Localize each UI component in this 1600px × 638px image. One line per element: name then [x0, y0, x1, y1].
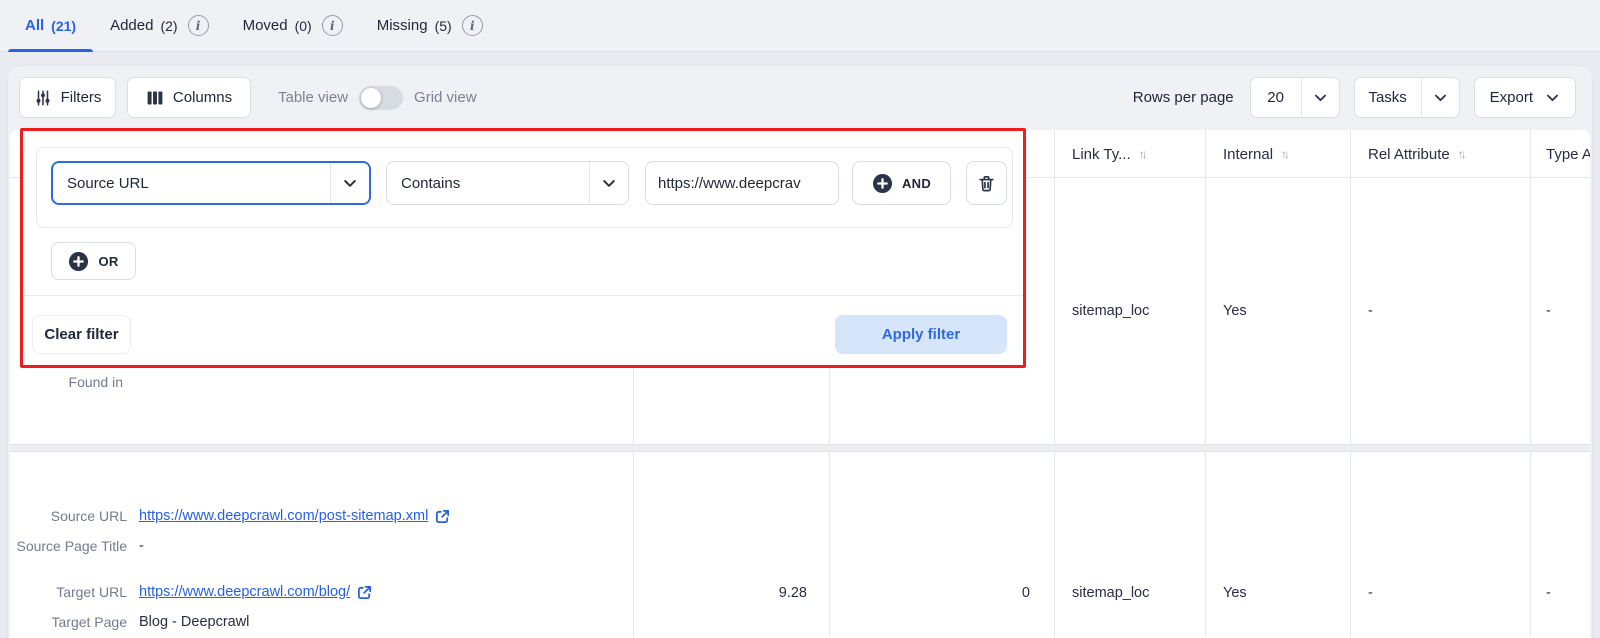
- table-row-cell-internal: Yes: [1205, 178, 1350, 444]
- chevron-down-icon[interactable]: [1422, 78, 1459, 117]
- found-in-label: Found in: [10, 374, 123, 390]
- chevron-down-icon: [1545, 90, 1560, 105]
- filter-panel: Source URL Contains AND: [20, 128, 1026, 368]
- tab-label: Missing: [377, 17, 428, 34]
- tab-count: (21): [51, 18, 76, 34]
- filters-icon: [34, 89, 52, 107]
- filter-field-value: Source URL: [53, 163, 330, 203]
- table-row-cell-rel-attribute: -: [1350, 583, 1530, 602]
- target-page-line: Target Page Blog - Deepcrawl: [10, 613, 249, 632]
- tab-added[interactable]: Added (2) i: [93, 0, 226, 51]
- tab-count: (5): [435, 18, 452, 34]
- tab-missing[interactable]: Missing (5) i: [360, 0, 500, 51]
- export-button[interactable]: Export: [1474, 77, 1576, 118]
- column-header-rel-attribute[interactable]: Rel Attribute ↑↓: [1350, 130, 1530, 178]
- export-button-label: Export: [1490, 89, 1533, 106]
- tab-label: Added: [110, 17, 153, 34]
- tab-count: (0): [295, 18, 312, 34]
- table-view-label: Table view: [278, 89, 348, 106]
- sort-arrows-icon[interactable]: ↑↓: [1281, 147, 1290, 161]
- view-toggle-group: Table view Grid view: [278, 77, 477, 118]
- column-header-internal[interactable]: Internal ↑↓: [1205, 130, 1350, 178]
- table-row-cell-type-attribute: -: [1530, 583, 1590, 602]
- tab-bar: All (21) Added (2) i Moved (0) i Missing…: [0, 0, 1600, 52]
- chevron-down-icon[interactable]: [590, 162, 628, 204]
- table-row-cell-metric1: 9.28: [633, 583, 829, 602]
- column-header-link-type[interactable]: Link Ty... ↑↓: [1054, 130, 1205, 178]
- target-url-line: Target URL https://www.deepcrawl.com/blo…: [10, 583, 372, 602]
- external-link-icon[interactable]: [435, 509, 450, 524]
- external-link-icon[interactable]: [357, 585, 372, 600]
- toolbar-right: Rows per page 20 Tasks Export: [1133, 77, 1576, 118]
- filter-field-select[interactable]: Source URL: [51, 161, 371, 205]
- rows-per-page-select[interactable]: 20: [1250, 77, 1340, 118]
- column-header-type-attribute[interactable]: Type At: [1530, 130, 1590, 178]
- columns-button[interactable]: Columns: [127, 77, 251, 118]
- sort-arrows-icon[interactable]: ↑↓: [1139, 147, 1148, 161]
- filter-operator-value: Contains: [387, 162, 589, 204]
- info-icon[interactable]: i: [322, 15, 343, 36]
- apply-filter-button[interactable]: Apply filter: [835, 315, 1007, 354]
- source-url-link[interactable]: https://www.deepcrawl.com/post-sitemap.x…: [139, 507, 428, 526]
- tab-label: Moved: [243, 17, 288, 34]
- source-page-title-line: Source Page Title -: [10, 537, 144, 556]
- target-page-label: Target Page: [10, 613, 127, 632]
- plus-circle-icon: [68, 251, 89, 272]
- target-page-value: Blog - Deepcrawl: [139, 613, 249, 632]
- source-page-title-label: Source Page Title: [10, 537, 127, 556]
- plus-circle-icon: [872, 173, 893, 194]
- filters-button[interactable]: Filters: [19, 77, 116, 118]
- filter-operator-select[interactable]: Contains: [386, 161, 629, 205]
- main-panel: Filters Columns Table view Grid view Row…: [8, 66, 1592, 638]
- table-row-cell-link-type: sitemap_loc: [1054, 178, 1205, 444]
- table-row-cell-metric2: 0: [829, 583, 1054, 602]
- target-url-link[interactable]: https://www.deepcrawl.com/blog/: [139, 583, 350, 602]
- info-icon[interactable]: i: [462, 15, 483, 36]
- rows-per-page-label: Rows per page: [1133, 89, 1234, 106]
- rows-per-page-value: 20: [1251, 78, 1301, 117]
- toggle-knob: [361, 88, 381, 108]
- filter-footer-divider: [23, 295, 1023, 296]
- sort-arrows-icon[interactable]: ↑↓: [1458, 147, 1467, 161]
- table-row-cell-internal: Yes: [1205, 583, 1350, 602]
- tab-label: All: [25, 17, 44, 34]
- target-url-label: Target URL: [10, 583, 127, 602]
- view-toggle-switch[interactable]: [359, 86, 403, 110]
- table-row-cell-link-type: sitemap_loc: [1054, 583, 1205, 602]
- tasks-button[interactable]: Tasks: [1354, 77, 1460, 118]
- columns-button-label: Columns: [173, 89, 232, 106]
- add-and-condition-button[interactable]: AND: [852, 161, 951, 205]
- chevron-down-icon[interactable]: [1302, 78, 1339, 117]
- tasks-button-label: Tasks: [1355, 78, 1421, 117]
- columns-icon: [146, 89, 164, 107]
- info-icon[interactable]: i: [188, 15, 209, 36]
- table-row-cell-rel-attribute: -: [1350, 178, 1530, 444]
- grid-view-label: Grid view: [414, 89, 477, 106]
- table-row-cell-type-attribute: -: [1530, 178, 1590, 444]
- delete-filter-button[interactable]: [966, 161, 1007, 205]
- and-button-label: AND: [902, 176, 931, 191]
- clear-filter-button[interactable]: Clear filter: [32, 315, 131, 354]
- source-page-title-value: -: [139, 537, 144, 556]
- source-url-label: Source URL: [10, 507, 127, 526]
- tab-count: (2): [160, 18, 177, 34]
- chevron-down-icon[interactable]: [331, 163, 369, 203]
- source-url-line: Source URL https://www.deepcrawl.com/pos…: [10, 507, 450, 526]
- filter-value-input[interactable]: [645, 161, 839, 205]
- or-button-label: OR: [98, 254, 118, 269]
- tab-all[interactable]: All (21): [8, 0, 93, 51]
- filters-button-label: Filters: [61, 89, 102, 106]
- add-or-condition-button[interactable]: OR: [51, 242, 136, 280]
- trash-icon: [977, 174, 996, 193]
- tab-moved[interactable]: Moved (0) i: [226, 0, 360, 51]
- row-separator: [10, 444, 1590, 452]
